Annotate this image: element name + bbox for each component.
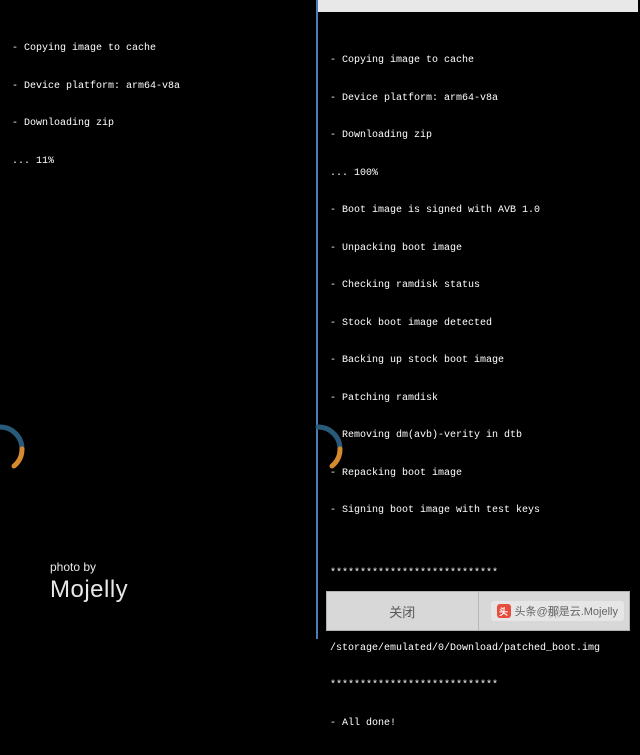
log-line: - Downloading zip [12, 118, 304, 131]
status-bar [318, 0, 638, 12]
log-line: - Unpacking boot image [330, 243, 626, 256]
toutiao-icon: 头 [497, 604, 511, 618]
watermark: photo by Mojelly [50, 560, 128, 604]
right-panel: - Copying image to cache - Device platfo… [318, 0, 638, 639]
log-line: - Copying image to cache [330, 55, 626, 68]
watermark-line2: Mojelly [50, 576, 128, 604]
log-line: /storage/emulated/0/Download/patched_boo… [330, 643, 626, 656]
log-line: ... 11% [12, 156, 304, 169]
log-line: - Device platform: arm64-v8a [12, 81, 304, 94]
log-line: - Backing up stock boot image [330, 355, 626, 368]
log-line: - Stock boot image detected [330, 318, 626, 331]
terminal-output-right: - Copying image to cache - Device platfo… [318, 12, 638, 755]
loading-spinner-icon [0, 419, 30, 479]
close-button[interactable]: 关闭 [327, 592, 479, 630]
log-line: - Removing dm(avb)-verity in dtb [330, 430, 626, 443]
log-line: - Patching ramdisk [330, 393, 626, 406]
log-line: - Downloading zip [330, 130, 626, 143]
attribution-text: 头条@那是云.Mojelly [515, 603, 618, 619]
log-line: - All done! [330, 718, 626, 731]
log-line: - Boot image is signed with AVB 1.0 [330, 205, 626, 218]
log-line: - Repacking boot image [330, 468, 626, 481]
terminal-output-left: - Copying image to cache - Device platfo… [0, 0, 316, 193]
log-line: - Copying image to cache [12, 43, 304, 56]
log-line: **************************** [330, 680, 626, 693]
log-line: ... 100% [330, 168, 626, 181]
log-line: **************************** [330, 568, 626, 581]
log-line: - Device platform: arm64-v8a [330, 93, 626, 106]
left-panel: - Copying image to cache - Device platfo… [0, 0, 318, 639]
attribution-badge: 头 头条@那是云.Mojelly [491, 601, 624, 621]
watermark-line1: photo by [50, 560, 128, 574]
log-line: - Signing boot image with test keys [330, 505, 626, 518]
log-line: - Checking ramdisk status [330, 280, 626, 293]
loading-spinner-icon [288, 419, 348, 479]
